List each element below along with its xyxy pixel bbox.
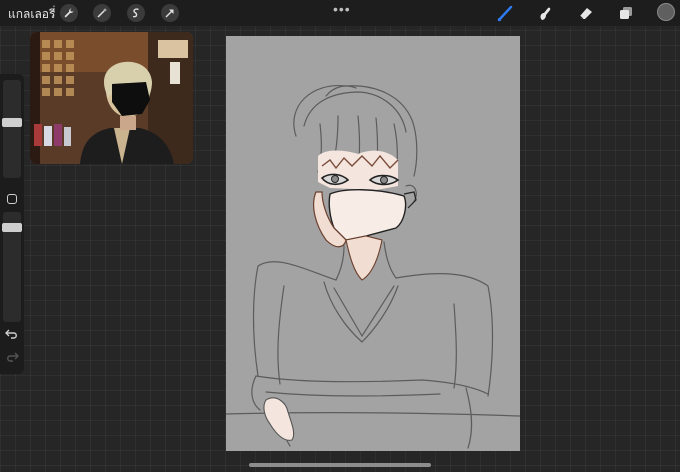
more-options-icon[interactable]: ••• (333, 1, 351, 17)
eraser-icon[interactable] (576, 3, 596, 23)
left-sidebar (0, 74, 24, 374)
layers-icon[interactable] (616, 3, 636, 23)
gallery-button[interactable]: แกลเลอรี่ (8, 5, 55, 24)
canvas-artwork (225, 84, 521, 449)
transform-arrow-icon[interactable] (161, 4, 179, 22)
brush-size-thumb[interactable] (2, 118, 22, 127)
redo-icon[interactable] (4, 350, 20, 364)
drawing-canvas[interactable] (225, 36, 521, 451)
selection-icon[interactable] (127, 4, 145, 22)
modify-button[interactable] (7, 194, 17, 204)
magic-wand-icon[interactable] (93, 4, 111, 22)
color-picker-swatch[interactable] (657, 3, 675, 21)
wrench-icon[interactable] (60, 4, 78, 22)
brush-icon[interactable] (495, 3, 515, 23)
opacity-thumb[interactable] (2, 223, 22, 232)
smudge-icon[interactable] (535, 3, 555, 23)
reference-photo (30, 32, 193, 164)
brush-size-slider[interactable] (3, 80, 21, 178)
undo-icon[interactable] (4, 327, 20, 341)
home-indicator (249, 463, 431, 467)
reference-image-window[interactable] (30, 32, 193, 164)
